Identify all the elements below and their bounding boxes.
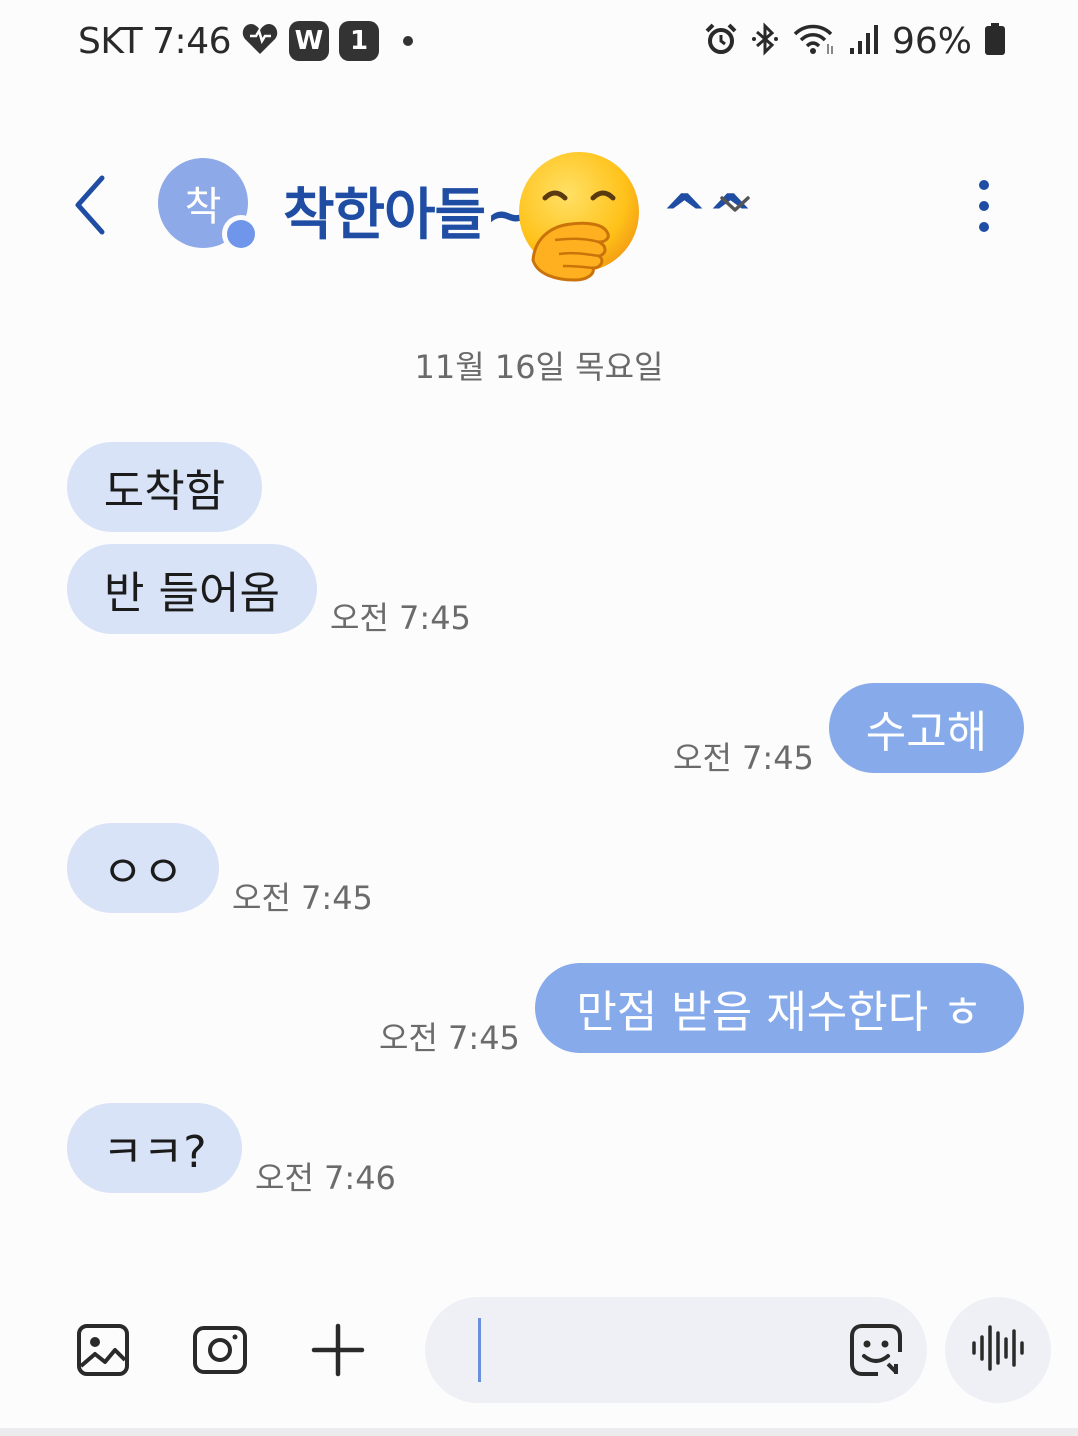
text-caret [478, 1318, 481, 1382]
contact-name-text: 착한아들~ [283, 183, 532, 248]
more-options-button[interactable] [973, 180, 995, 232]
w-app-icon: W [289, 21, 329, 61]
gallery-button[interactable] [75, 1322, 131, 1378]
chevron-left-icon [68, 175, 112, 242]
message-time: 오전 7:46 [255, 1159, 396, 1197]
sticker-button[interactable] [848, 1322, 904, 1378]
bluetooth-icon [750, 22, 780, 60]
clock-time: 7:46 [152, 20, 231, 62]
navigation-strip [0, 1428, 1078, 1436]
received-message-bubble[interactable]: 도착함 [67, 442, 262, 532]
received-message-bubble[interactable]: ㅋㅋ? [67, 1103, 242, 1193]
back-button[interactable] [68, 172, 112, 238]
message-time: 오전 7:45 [232, 879, 373, 917]
wifi-icon [792, 22, 836, 60]
plus-icon [310, 1323, 366, 1382]
attach-button[interactable] [310, 1322, 366, 1378]
kebab-dot-icon [979, 222, 989, 232]
message-time: 오전 7:45 [673, 739, 814, 777]
kebab-dot-icon [979, 180, 989, 190]
carrier-label: SKT [78, 20, 143, 62]
sent-message-bubble[interactable]: 만점 받음 재수한다 ㅎ [535, 963, 1024, 1053]
voice-icon [970, 1323, 1026, 1377]
camera-button[interactable] [192, 1322, 248, 1378]
received-message-bubble[interactable]: 반 들어옴 [67, 544, 317, 634]
avatar-initial: 착 [184, 184, 222, 230]
sent-message-bubble[interactable]: 수고해 [829, 683, 1024, 773]
voice-record-button[interactable] [945, 1297, 1051, 1403]
chevron-down-icon[interactable] [718, 190, 752, 218]
battery-icon [984, 22, 1006, 60]
gallery-icon [75, 1324, 131, 1382]
status-bar-left: SKT 7:46 W 1 [78, 18, 413, 64]
date-separator: 11월 16일 목요일 [414, 348, 664, 386]
alarm-icon [704, 22, 738, 60]
one-app-icon: 1 [339, 21, 379, 61]
message-time: 오전 7:45 [330, 599, 471, 637]
status-bar-right: 96% [704, 18, 1006, 64]
battery-percent: 96% [891, 20, 972, 62]
kebab-dot-icon [979, 201, 989, 211]
heart-icon [241, 22, 279, 60]
sticker-icon [848, 1324, 904, 1382]
signal-icon [848, 22, 880, 60]
notification-dot-icon [403, 36, 413, 46]
camera-icon [192, 1326, 248, 1382]
face-with-hand-over-mouth-icon [515, 150, 643, 282]
chat-badge-icon [222, 215, 260, 253]
message-time: 오전 7:45 [379, 1019, 520, 1057]
received-message-bubble[interactable]: ㅇㅇ [67, 823, 219, 913]
